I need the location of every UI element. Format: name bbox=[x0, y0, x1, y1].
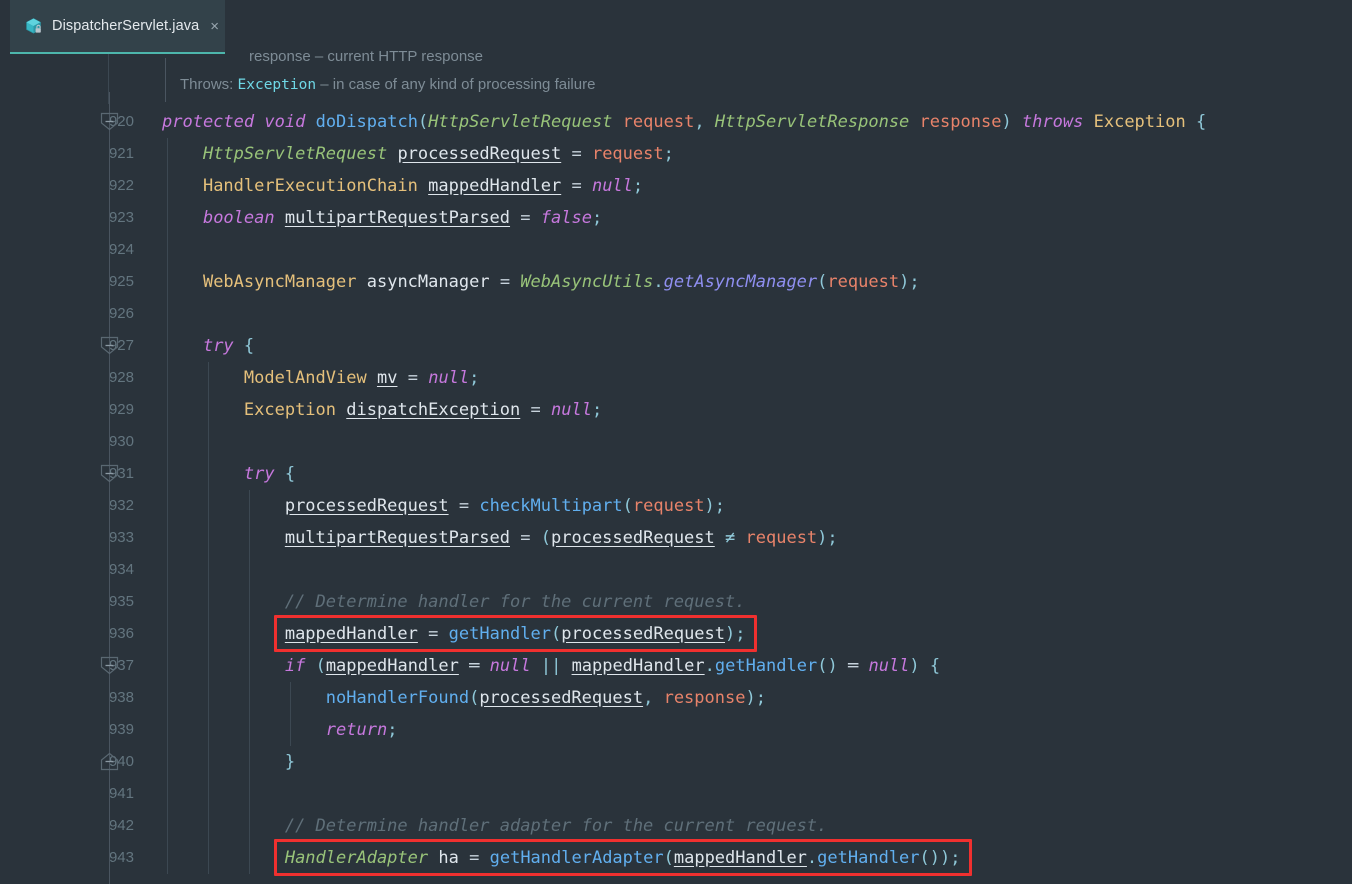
javadoc-param-response: response – current HTTP response bbox=[249, 48, 484, 65]
code-line[interactable]: protected void doDispatch(HttpServletReq… bbox=[134, 106, 1352, 138]
code-line[interactable]: HandlerAdapter ha = getHandlerAdapter(ma… bbox=[134, 842, 1352, 874]
code-line-text: WebAsyncManager asyncManager = WebAsyncU… bbox=[202, 272, 920, 292]
code-line[interactable] bbox=[134, 426, 1352, 458]
code-line[interactable]: try { bbox=[134, 330, 1352, 362]
tabbar-right-filler bbox=[225, 0, 1352, 54]
code-line-text: HttpServletRequest processedRequest = re… bbox=[202, 144, 674, 164]
code-line[interactable]: if (mappedHandler ═ null || mappedHandle… bbox=[134, 650, 1352, 682]
code-line-text: // Determine handler for the current req… bbox=[284, 592, 746, 612]
code-line-text: // Determine handler adapter for the cur… bbox=[284, 816, 828, 836]
fold-marker-927[interactable] bbox=[99, 335, 120, 356]
fold-marker-937[interactable] bbox=[99, 655, 120, 676]
code-line-text: Exception dispatchException = null; bbox=[243, 400, 603, 420]
code-line[interactable] bbox=[134, 234, 1352, 266]
close-icon[interactable]: × bbox=[210, 19, 219, 34]
code-line[interactable]: // Determine handler for the current req… bbox=[134, 586, 1352, 618]
code-line[interactable]: boolean multipartRequestParsed = false; bbox=[134, 202, 1352, 234]
code-line-text: protected void doDispatch(HttpServletReq… bbox=[162, 112, 1207, 132]
tab-label: DispatcherServlet.java bbox=[52, 18, 200, 34]
code-line-text: return; bbox=[325, 720, 398, 740]
code-line[interactable]: HandlerExecutionChain mappedHandler = nu… bbox=[134, 170, 1352, 202]
tab-dispatcherservlet-java[interactable]: DispatcherServlet.java × bbox=[10, 0, 225, 54]
code-line[interactable] bbox=[134, 554, 1352, 586]
code-line[interactable]: multipartRequestParsed = (processedReque… bbox=[134, 522, 1352, 554]
fold-marker-920[interactable] bbox=[99, 111, 120, 132]
code-editor[interactable]: 920 921 922 923 924 925 926 927 928 929 930 931 932 9… bbox=[0, 92, 1352, 884]
javadoc-left-rule bbox=[165, 58, 166, 102]
code-line-text: if (mappedHandler ═ null || mappedHandle… bbox=[284, 656, 941, 676]
javadoc-gutter-filler bbox=[0, 54, 165, 104]
code-line[interactable]: return; bbox=[134, 714, 1352, 746]
code-line[interactable]: Exception dispatchException = null; bbox=[134, 394, 1352, 426]
editor-window: DispatcherServlet.java × response – curr… bbox=[0, 0, 1352, 884]
code-line-text: multipartRequestParsed = (processedReque… bbox=[284, 528, 838, 548]
javadoc-throws-line: Throws: Exception – in case of any kind … bbox=[180, 76, 595, 93]
tabbar-left-filler bbox=[0, 0, 10, 54]
code-line[interactable]: processedRequest = checkMultipart(reques… bbox=[134, 490, 1352, 522]
code-line[interactable]: // Determine handler adapter for the cur… bbox=[134, 810, 1352, 842]
code-line-text: HandlerAdapter ha = getHandlerAdapter(ma… bbox=[284, 848, 961, 868]
editor-tab-bar: DispatcherServlet.java × bbox=[0, 0, 1352, 54]
code-line-text: ModelAndView mv = null; bbox=[243, 368, 480, 388]
code-line-text: boolean multipartRequestParsed = false; bbox=[202, 208, 603, 228]
code-line[interactable]: mappedHandler = getHandler(processedRequ… bbox=[134, 618, 1352, 650]
code-line-text: processedRequest = checkMultipart(reques… bbox=[284, 496, 726, 516]
code-folding-ribbon[interactable] bbox=[98, 92, 122, 884]
code-line[interactable]: WebAsyncManager asyncManager = WebAsyncU… bbox=[134, 266, 1352, 298]
code-line-text: } bbox=[284, 752, 296, 772]
code-line-text: mappedHandler = getHandler(processedRequ… bbox=[284, 624, 746, 644]
code-surface[interactable]: protected void doDispatch(HttpServletReq… bbox=[134, 104, 1352, 884]
code-line-text: noHandlerFound(processedRequest, respons… bbox=[325, 688, 766, 708]
code-line[interactable] bbox=[134, 778, 1352, 810]
code-line[interactable]: } bbox=[134, 746, 1352, 778]
fold-marker-931[interactable] bbox=[99, 463, 120, 484]
code-line[interactable]: HttpServletRequest processedRequest = re… bbox=[134, 138, 1352, 170]
code-line[interactable]: try { bbox=[134, 458, 1352, 490]
javadoc-throws-label: Throws: bbox=[180, 76, 234, 93]
fold-marker-940[interactable] bbox=[99, 751, 120, 772]
code-line-text: try { bbox=[202, 336, 255, 356]
code-line-text: try { bbox=[243, 464, 296, 484]
code-line[interactable] bbox=[134, 298, 1352, 330]
javadoc-throws-type: Exception bbox=[237, 77, 317, 93]
javadoc-preview: response – current HTTP response Throws:… bbox=[0, 48, 1352, 104]
code-line[interactable]: ModelAndView mv = null; bbox=[134, 362, 1352, 394]
code-line[interactable]: noHandlerFound(processedRequest, respons… bbox=[134, 682, 1352, 714]
javadoc-throws-text: – in case of any kind of processing fail… bbox=[320, 76, 596, 93]
java-class-icon bbox=[24, 17, 43, 36]
code-line-text: HandlerExecutionChain mappedHandler = nu… bbox=[202, 176, 644, 196]
